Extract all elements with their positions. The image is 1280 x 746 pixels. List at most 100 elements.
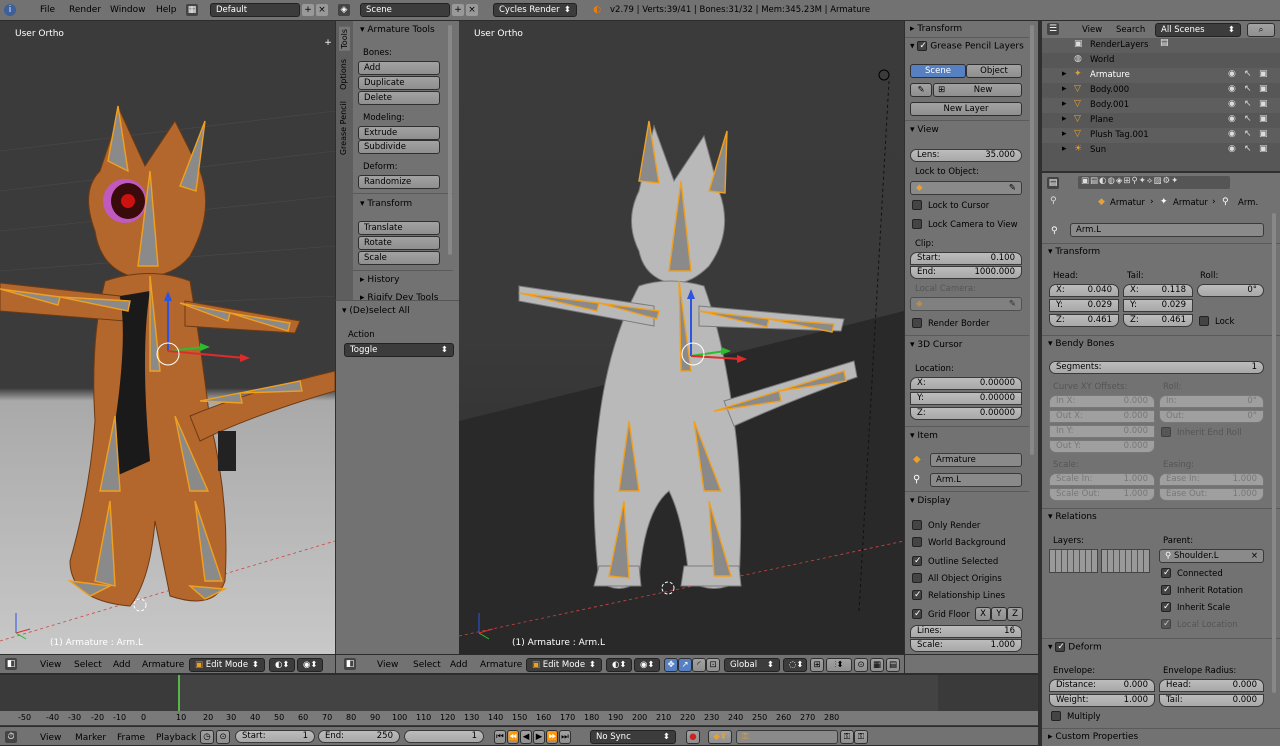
- shading-selector[interactable]: ◐⬍: [269, 658, 295, 672]
- npanel-scrollbar[interactable]: [1030, 25, 1034, 455]
- randomize-button[interactable]: Randomize: [358, 175, 440, 189]
- proportional-icon[interactable]: ⊙: [854, 658, 868, 672]
- close-layout-icon[interactable]: ×: [316, 4, 328, 16]
- inherit-rotation-checkbox[interactable]: [1161, 585, 1171, 595]
- context-tabs[interactable]: ▣▤◐◍◈⊞⚲✦⟡▨⚙✦: [1078, 176, 1230, 189]
- distance-field[interactable]: Distance: 0.000: [1049, 679, 1155, 692]
- grid-axis-x-button[interactable]: X: [975, 607, 991, 621]
- layers-grid-b[interactable]: [1101, 549, 1150, 573]
- world-bg-checkbox[interactable]: [912, 537, 922, 547]
- add-scene-icon[interactable]: +: [452, 4, 464, 16]
- outliner-filter-dropdown[interactable]: All Scenes ⬍: [1155, 23, 1241, 37]
- expand-icon[interactable]: ▸: [1062, 84, 1067, 94]
- outliner-row[interactable]: ▸ ▽ Plane ◉ ↖ ▣: [1042, 113, 1280, 128]
- menu-add[interactable]: Add: [113, 660, 130, 670]
- sync-mode-dropdown[interactable]: No Sync ⬍: [590, 730, 676, 744]
- grid-floor-checkbox[interactable]: [912, 609, 922, 619]
- gp-new-layer-button[interactable]: New Layer: [910, 102, 1022, 116]
- menu-armature[interactable]: Armature: [480, 660, 522, 670]
- grid-lines-field[interactable]: Lines: 16: [910, 625, 1022, 638]
- radius-tail-field[interactable]: Tail: 0.000: [1159, 694, 1264, 707]
- menu-view[interactable]: View: [40, 660, 61, 670]
- head-z-field[interactable]: Z: 0.461: [1049, 314, 1119, 327]
- outliner-row[interactable]: ▣ RenderLayers ▤: [1042, 38, 1280, 53]
- cursor-section-title[interactable]: ▾ 3D Cursor: [910, 340, 963, 350]
- grid-scale-field[interactable]: Scale: 1.000: [910, 639, 1022, 652]
- eye-icon[interactable]: ◉: [1228, 114, 1236, 124]
- grid-axis-z-button[interactable]: Z: [1007, 607, 1023, 621]
- multiply-checkbox[interactable]: [1051, 711, 1061, 721]
- menu-render[interactable]: Render: [69, 5, 101, 15]
- rotate-manipulator[interactable]: ◜: [692, 658, 706, 672]
- cursor-select-icon[interactable]: ↖: [1244, 144, 1252, 154]
- left-view-expand-icon[interactable]: +: [322, 37, 334, 49]
- render-border-checkbox[interactable]: [912, 318, 922, 328]
- item-object-field[interactable]: Armature: [930, 453, 1022, 467]
- play-icon[interactable]: ▶: [533, 730, 545, 744]
- duplicate-button[interactable]: Duplicate: [358, 76, 440, 90]
- scale-button[interactable]: Scale: [358, 251, 440, 265]
- all-origins-checkbox[interactable]: [912, 573, 922, 583]
- add-layout-icon[interactable]: +: [302, 4, 314, 16]
- shading-selector[interactable]: ◐⬍: [606, 658, 632, 672]
- scene-icon[interactable]: ◈: [338, 4, 350, 16]
- tool-shelf-scrollbar[interactable]: [448, 25, 452, 255]
- delete-keyframe-icon[interactable]: ⚿: [854, 730, 868, 744]
- ease-in-field[interactable]: Ease In: 1.000: [1159, 473, 1264, 486]
- ease-out-field[interactable]: Ease Out: 1.000: [1159, 488, 1264, 501]
- current-frame-line[interactable]: [178, 675, 180, 711]
- eye-icon[interactable]: ◉: [1228, 144, 1236, 154]
- local-camera-field[interactable]: ◆ ✎: [910, 297, 1022, 311]
- local-location-checkbox[interactable]: [1161, 619, 1171, 629]
- layout-icon[interactable]: ▦: [186, 4, 198, 16]
- segments-field[interactable]: Segments: 1: [1049, 361, 1264, 374]
- tail-z-field[interactable]: Z: 0.461: [1123, 314, 1193, 327]
- roll-in-field[interactable]: In: 0°: [1159, 395, 1264, 408]
- only-render-checkbox[interactable]: [912, 520, 922, 530]
- timeline-menu-frame[interactable]: Frame: [117, 733, 145, 743]
- menu-select[interactable]: Select: [74, 660, 102, 670]
- mode-selector[interactable]: ▣ Edit Mode ⬍: [189, 658, 265, 672]
- gp-scene-button[interactable]: Scene: [910, 64, 966, 78]
- pivot-selector[interactable]: ◉⬍: [634, 658, 660, 672]
- camera-render-icon[interactable]: ▣: [1259, 129, 1268, 139]
- custom-properties-title[interactable]: ▸ Custom Properties: [1048, 732, 1138, 742]
- scale-manipulator[interactable]: ⊡: [706, 658, 720, 672]
- menu-help[interactable]: Help: [156, 5, 177, 15]
- outline-selected-checkbox[interactable]: [912, 556, 922, 566]
- deform-title[interactable]: ▾ Deform: [1048, 642, 1102, 653]
- current-frame-field[interactable]: 1: [404, 730, 484, 743]
- time-lock-toggle[interactable]: ⊙: [216, 730, 230, 744]
- clip-end-field[interactable]: End: 1000.000: [910, 266, 1022, 279]
- cursor-select-icon[interactable]: ↖: [1244, 99, 1252, 109]
- mode-selector[interactable]: ▣ Edit Mode ⬍: [526, 658, 602, 672]
- menu-view[interactable]: View: [377, 660, 398, 670]
- layers-grid-a[interactable]: [1049, 549, 1098, 573]
- lock-object-field[interactable]: ◆ ✎: [910, 181, 1022, 195]
- snap-element[interactable]: ⫶⬍: [826, 658, 852, 672]
- weight-field[interactable]: Weight: 1.000: [1049, 694, 1155, 707]
- grease-pencil-title[interactable]: ▾ Grease Pencil Layers: [910, 41, 1024, 52]
- properties-editor-icon[interactable]: ▤: [1047, 177, 1059, 189]
- deform-checkbox[interactable]: [1055, 642, 1066, 652]
- start-frame-field[interactable]: Start: 1: [235, 730, 315, 743]
- insert-keyframe-icon[interactable]: ⚿: [840, 730, 854, 744]
- view3d-editor-icon[interactable]: ◧: [344, 658, 356, 670]
- npanel-transform-title[interactable]: ▸ Transform: [910, 24, 962, 34]
- subdivide-button[interactable]: Subdivide: [358, 140, 440, 154]
- area-splitter[interactable]: [1038, 21, 1040, 746]
- menu-file[interactable]: File: [40, 5, 55, 15]
- translate-button[interactable]: Translate: [358, 221, 440, 235]
- manipulator-toggle[interactable]: ✥: [664, 658, 678, 672]
- cursor-y-field[interactable]: Y: 0.00000: [910, 392, 1022, 405]
- menu-armature[interactable]: Armature: [142, 660, 184, 670]
- head-x-field[interactable]: X: 0.040: [1049, 284, 1119, 297]
- head-y-field[interactable]: Y: 0.029: [1049, 299, 1119, 312]
- preview-range-toggle[interactable]: ◷: [200, 730, 214, 744]
- properties-scrollbar[interactable]: [1272, 213, 1276, 693]
- camera-render-icon[interactable]: ▣: [1259, 84, 1268, 94]
- snap-toggle[interactable]: ⊞: [810, 658, 824, 672]
- action-dropdown[interactable]: Toggle ⬍: [344, 343, 454, 357]
- menu-add[interactable]: Add: [450, 660, 467, 670]
- item-section-title[interactable]: ▾ Item: [910, 431, 938, 441]
